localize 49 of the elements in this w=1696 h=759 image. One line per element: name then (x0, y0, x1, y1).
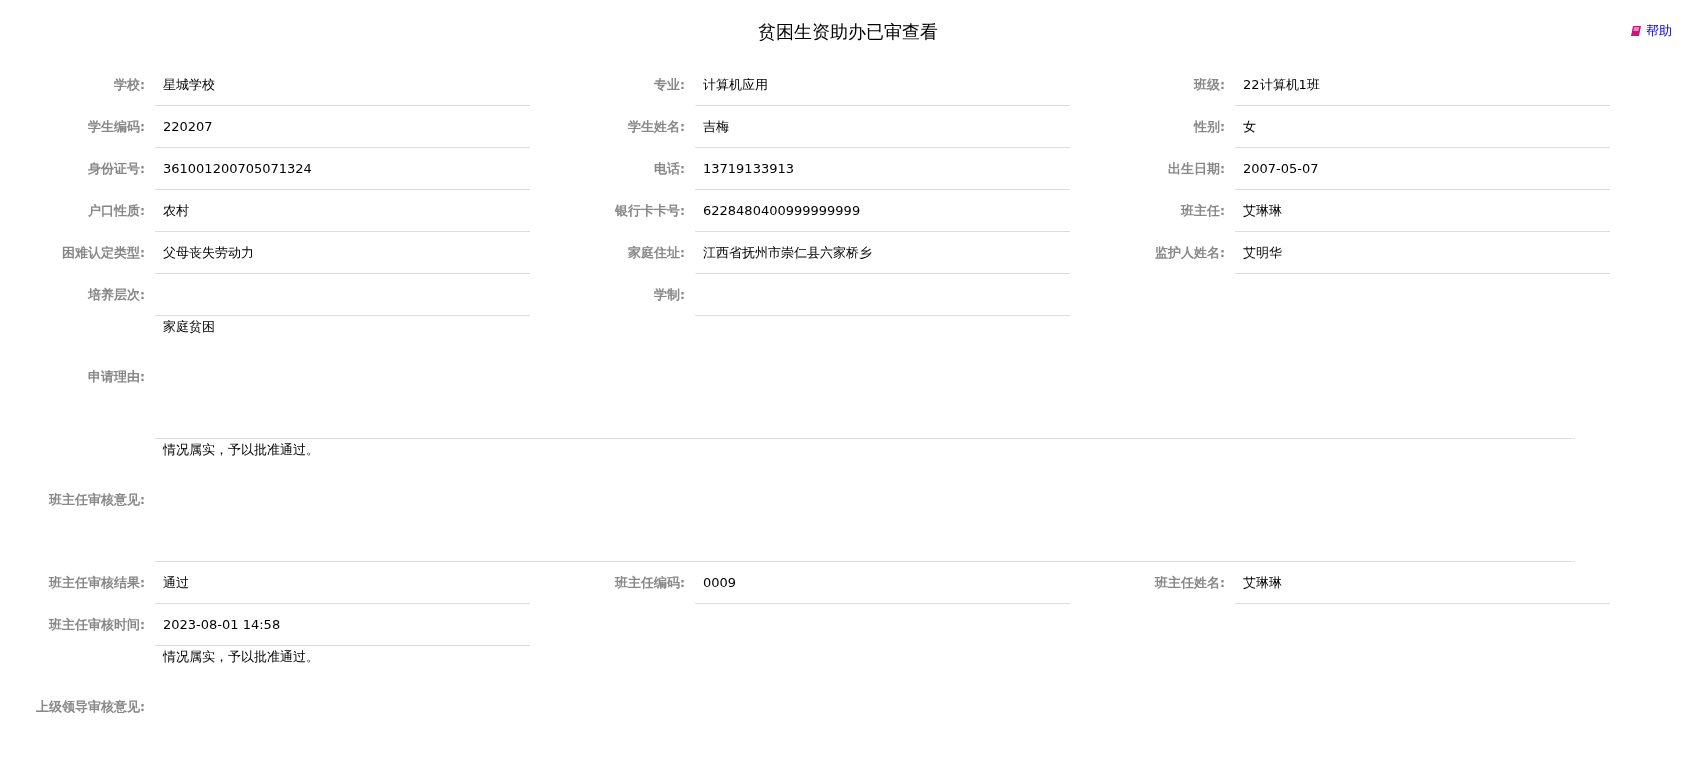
field-label: 家庭住址: (627, 244, 686, 262)
book-icon (1630, 25, 1642, 37)
text-area: 情况属实，予以批准通过。 (155, 439, 1575, 562)
field-label: 电话: (653, 160, 686, 178)
field-label: 上级领导审核意见: (35, 699, 146, 716)
field-label: 身份证号: (87, 160, 146, 178)
field-value: 2023-08-01 14:58 (155, 604, 530, 646)
field-value: 吉梅 (695, 106, 1070, 148)
field-label: 学校: (113, 76, 146, 94)
field-value: 220207 (155, 106, 530, 148)
field-value: 0009 (695, 562, 1070, 604)
field-value: 艾琳琳 (1235, 190, 1610, 232)
field-value: 计算机应用 (695, 64, 1070, 106)
text-area: 家庭贫困 (155, 316, 1575, 439)
field-value: 艾琳琳 (1235, 562, 1610, 604)
field-label: 班主任审核意见: (47, 492, 146, 509)
field-value: 22计算机1班 (1235, 64, 1610, 106)
field-label: 学制: (653, 286, 686, 304)
field-label: 申请理由: (87, 369, 146, 386)
field-label: 银行卡卡号: (614, 202, 686, 220)
field-label: 培养层次: (86, 286, 146, 304)
field-label: 出生日期: (1167, 160, 1226, 178)
field-value: 农村 (155, 190, 530, 232)
field-value: 艾明华 (1235, 232, 1610, 274)
field-value: 13719133913 (695, 148, 1070, 190)
field-label: 班主任审核时间: (47, 616, 146, 634)
field-label: 班主任: (1179, 202, 1226, 220)
field-value: 星城学校 (155, 64, 530, 106)
field-label: 困难认定类型: (61, 244, 146, 262)
field-label: 监护人姓名: (1154, 244, 1226, 262)
field-value: 父母丧失劳动力 (155, 232, 530, 274)
field-value: 6228480400999999999 (695, 190, 1070, 232)
field-label: 班主任编码: (613, 574, 686, 592)
field-value: 江西省抚州市崇仁县六家桥乡 (695, 232, 1070, 274)
field-label: 班主任姓名: (1153, 574, 1226, 592)
text-area: 情况属实，予以批准通过。 (155, 646, 1575, 759)
field-value: 361001200705071324 (155, 148, 530, 190)
field-value: 2007-05-07 (1235, 148, 1610, 190)
field-label: 学生姓名: (627, 118, 686, 136)
help-link[interactable]: 帮助 (1630, 22, 1672, 40)
page-title: 贫困生资助办已审查看 (758, 20, 938, 44)
field-label: 班级: (1192, 76, 1226, 94)
field-label: 性别: (1192, 118, 1226, 136)
field-label: 班主任审核结果: (47, 574, 146, 592)
field-label: 学生编码: (87, 118, 146, 136)
field-value: 通过 (155, 562, 530, 604)
field-label: 专业: (653, 76, 686, 94)
field-label: 户口性质: (87, 202, 146, 220)
field-value: 女 (1235, 106, 1610, 148)
